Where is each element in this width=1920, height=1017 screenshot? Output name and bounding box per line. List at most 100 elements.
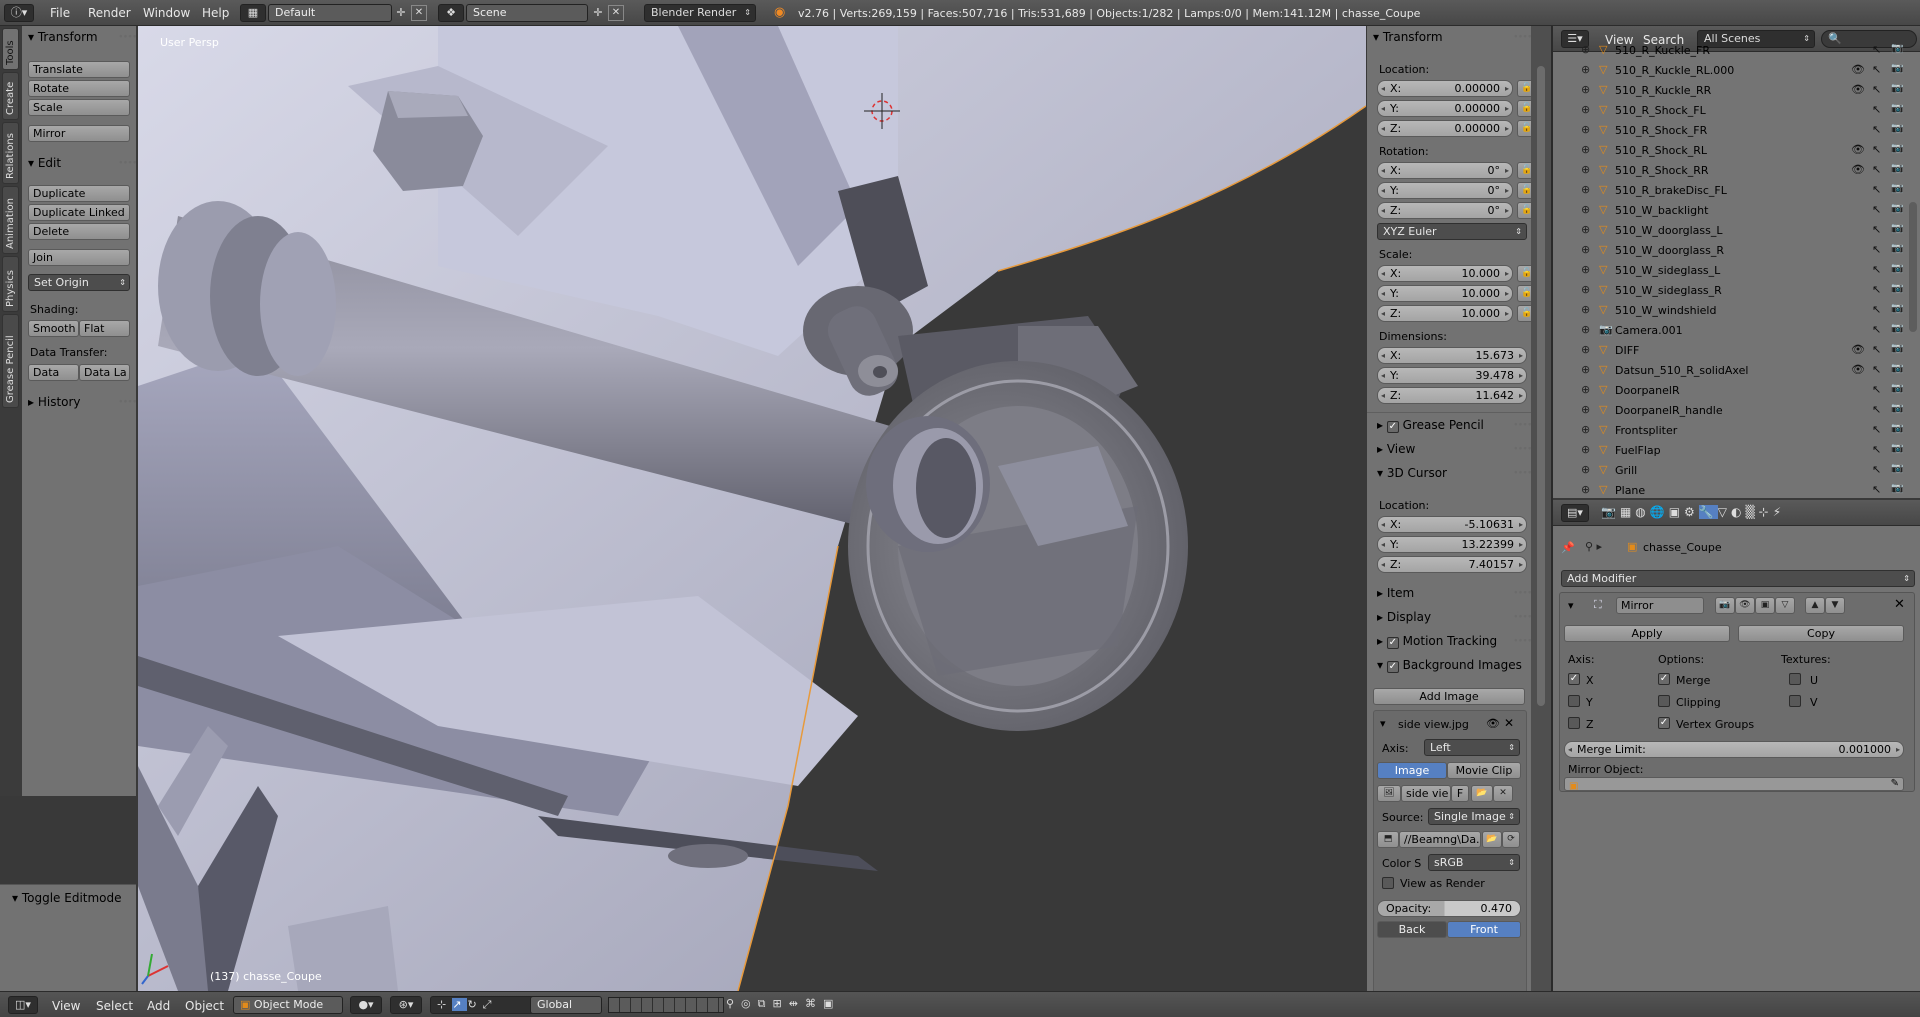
cursor-select-icon[interactable]: ↖ bbox=[1872, 203, 1881, 216]
cursor-select-icon[interactable]: ↖ bbox=[1872, 43, 1881, 56]
render-camera-icon[interactable]: 📷 bbox=[1891, 63, 1903, 74]
pivot-point-select[interactable]: ⊛▾ bbox=[390, 996, 422, 1014]
duplicate-linked-button[interactable]: Duplicate Linked bbox=[28, 204, 130, 221]
cursor-select-icon[interactable]: ↖ bbox=[1872, 103, 1881, 116]
eye-icon[interactable]: 👁 bbox=[1851, 163, 1865, 176]
unlink-icon[interactable]: ✕ bbox=[1493, 785, 1513, 802]
background-images-panel-header[interactable]: ▾ ✓ Background Images bbox=[1377, 658, 1522, 673]
outliner-row[interactable]: ⊕ 📷 Camera.001 ↖ 📷 bbox=[1553, 320, 1908, 340]
cursor-select-icon[interactable]: ↖ bbox=[1872, 243, 1881, 256]
back-button[interactable]: Back bbox=[1377, 921, 1447, 938]
transform-panel-header[interactable]: ▾ Transform bbox=[28, 30, 98, 44]
render-camera-icon[interactable]: 📷 bbox=[1891, 323, 1903, 334]
outliner-row[interactable]: ⊕ ▽ 510_W_windshield ↖ 📷 bbox=[1553, 300, 1908, 320]
expand-icon[interactable]: ⊕ bbox=[1581, 483, 1590, 496]
eye-icon[interactable]: 👁 bbox=[1851, 83, 1865, 96]
expand-icon[interactable]: ⊕ bbox=[1581, 163, 1590, 176]
front-button[interactable]: Front bbox=[1447, 921, 1521, 938]
location-z-field[interactable]: ◂ Z: 0.00000 ▸ bbox=[1377, 120, 1513, 137]
outliner-row[interactable]: ⊕ ▽ 510_R_Shock_FL ↖ 📷 bbox=[1553, 100, 1908, 120]
render-camera-icon[interactable]: 📷 bbox=[1891, 243, 1903, 254]
outliner-row[interactable]: ⊕ ▽ 510_R_Kuckle_RL.000 👁 ↖ 📷 bbox=[1553, 60, 1908, 80]
checkbox-checked[interactable]: ✓ bbox=[1386, 637, 1399, 649]
scene-icon[interactable]: ❖ bbox=[438, 4, 464, 22]
drag-handle-icon[interactable]: ∙∙∙∙ bbox=[118, 32, 138, 42]
cursor-select-icon[interactable]: ↖ bbox=[1872, 423, 1881, 436]
location-x-field[interactable]: ◂ X: 0.00000 ▸ bbox=[1377, 80, 1513, 97]
file-browse-icon[interactable]: 📂 bbox=[1482, 831, 1502, 848]
drag-handle-icon[interactable]: ∙∙∙∙ bbox=[1513, 612, 1533, 622]
tab-relations[interactable]: Relations bbox=[2, 122, 19, 184]
item-panel-header[interactable]: ▸ Item bbox=[1377, 586, 1414, 600]
cursor-select-icon[interactable]: ↖ bbox=[1872, 303, 1881, 316]
render-camera-icon[interactable]: 📷 bbox=[1891, 123, 1903, 134]
cursor-x-field[interactable]: ◂ X: -5.10631 ▸ bbox=[1377, 516, 1527, 533]
outliner-row[interactable]: ⊕ ▽ FuelFlap ↖ 📷 bbox=[1553, 440, 1908, 460]
outliner-row[interactable]: ⊕ ▽ 510_R_brakeDisc_FL ↖ 📷 bbox=[1553, 180, 1908, 200]
render-camera-icon[interactable]: 📷 bbox=[1891, 443, 1903, 454]
cursor-select-icon[interactable]: ↖ bbox=[1872, 123, 1881, 136]
join-button[interactable]: Join bbox=[28, 249, 130, 266]
3d-viewport[interactable]: User Persp (137) chasse_Coupe bbox=[138, 26, 1366, 991]
image-browse-icon[interactable]: 🖼 bbox=[1377, 785, 1401, 802]
screen-layout-icon[interactable]: ▦ bbox=[240, 4, 266, 22]
cursor-select-icon[interactable]: ↖ bbox=[1872, 343, 1881, 356]
outliner-item-name[interactable]: 510_R_Shock_FR bbox=[1615, 124, 1707, 137]
menu-object[interactable]: Object bbox=[185, 999, 224, 1013]
menu-select[interactable]: Select bbox=[96, 999, 133, 1013]
snap-and-render-icons[interactable]: ⚲◎⧉⊞⇹⌘▣ bbox=[726, 997, 890, 1013]
expand-icon[interactable]: ⊕ bbox=[1581, 263, 1590, 276]
filepath-field[interactable]: //Beamng\Da... bbox=[1399, 831, 1481, 848]
move-down-icon[interactable]: ▼ bbox=[1825, 597, 1845, 614]
expand-icon[interactable]: ⊕ bbox=[1581, 443, 1590, 456]
menu-help[interactable]: Help bbox=[202, 6, 229, 20]
render-camera-icon[interactable]: 📷 bbox=[1891, 283, 1903, 294]
render-camera-icon[interactable]: 📷 bbox=[1891, 483, 1903, 494]
rotation-y-field[interactable]: ◂ Y: 0° ▸ bbox=[1377, 182, 1513, 199]
render-camera-icon[interactable]: 📷 bbox=[1891, 43, 1903, 54]
cursor-select-icon[interactable]: ↖ bbox=[1872, 463, 1881, 476]
expand-icon[interactable]: ⊕ bbox=[1581, 43, 1590, 56]
cursor-select-icon[interactable]: ↖ bbox=[1872, 83, 1881, 96]
menu-add[interactable]: Add bbox=[147, 999, 170, 1013]
render-camera-icon[interactable]: 📷 bbox=[1891, 343, 1903, 354]
opacity-slider[interactable]: Opacity: 0.470 bbox=[1377, 900, 1521, 917]
cursor-select-icon[interactable]: ↖ bbox=[1872, 403, 1881, 416]
drag-handle-icon[interactable]: ∙∙∙∙ bbox=[1513, 420, 1533, 430]
expand-icon[interactable]: ⊕ bbox=[1581, 383, 1590, 396]
expand-icon[interactable]: ⊕ bbox=[1581, 363, 1590, 376]
add-image-button[interactable]: Add Image bbox=[1373, 688, 1525, 705]
outliner-item-name[interactable]: Frontspliter bbox=[1615, 424, 1677, 437]
clipping-checkbox[interactable] bbox=[1658, 695, 1670, 707]
render-camera-icon[interactable]: 📷 bbox=[1891, 223, 1903, 234]
drag-handle-icon[interactable]: ∙∙∙∙ bbox=[1513, 444, 1533, 454]
checkbox-checked[interactable]: ✓ bbox=[1386, 661, 1399, 673]
modifier-name-field[interactable]: Mirror bbox=[1616, 597, 1704, 614]
fake-user-button[interactable]: F bbox=[1451, 785, 1469, 802]
drag-handle-icon[interactable]: ∙∙∙∙ bbox=[1513, 588, 1533, 598]
outliner-item-name[interactable]: Grill bbox=[1615, 464, 1637, 477]
cursor-select-icon[interactable]: ↖ bbox=[1872, 183, 1881, 196]
edit-panel-header[interactable]: ▾ Edit bbox=[28, 156, 61, 170]
outliner-item-name[interactable]: 510_R_Kuckle_RR bbox=[1615, 84, 1711, 97]
delete-button[interactable]: Delete bbox=[28, 223, 130, 240]
remove-layout-icon[interactable]: ✕ bbox=[411, 5, 427, 21]
rotation-mode-select[interactable]: XYZ Euler ⇕ bbox=[1377, 223, 1527, 240]
rotate-button[interactable]: Rotate bbox=[28, 80, 130, 97]
expand-icon[interactable]: ⊕ bbox=[1581, 283, 1590, 296]
expand-icon[interactable]: ⊕ bbox=[1581, 103, 1590, 116]
expand-icon[interactable]: ⊕ bbox=[1581, 323, 1590, 336]
render-engine-select[interactable]: Blender Render ⇕ bbox=[644, 4, 756, 22]
outliner-item-name[interactable]: DoorpanelR bbox=[1615, 384, 1680, 397]
viewport-toggle-icon[interactable]: 👁 bbox=[1735, 597, 1755, 614]
outliner-item-name[interactable]: 510_R_Shock_FL bbox=[1615, 104, 1706, 117]
outliner-row[interactable]: ⊕ ▽ 510_W_sideglass_L ↖ 📷 bbox=[1553, 260, 1908, 280]
eye-icon[interactable]: 👁 bbox=[1851, 343, 1865, 356]
data-transfer-button[interactable]: Data bbox=[28, 364, 79, 381]
location-y-field[interactable]: ◂ Y: 0.00000 ▸ bbox=[1377, 100, 1513, 117]
outliner-item-name[interactable]: 510_W_doorglass_R bbox=[1615, 244, 1724, 257]
expand-icon[interactable]: ⊕ bbox=[1581, 343, 1590, 356]
duplicate-button[interactable]: Duplicate bbox=[28, 185, 130, 202]
outliner-row[interactable]: ⊕ ▽ DIFF 👁 ↖ 📷 bbox=[1553, 340, 1908, 360]
outliner-item-name[interactable]: 510_W_sideglass_R bbox=[1615, 284, 1722, 297]
